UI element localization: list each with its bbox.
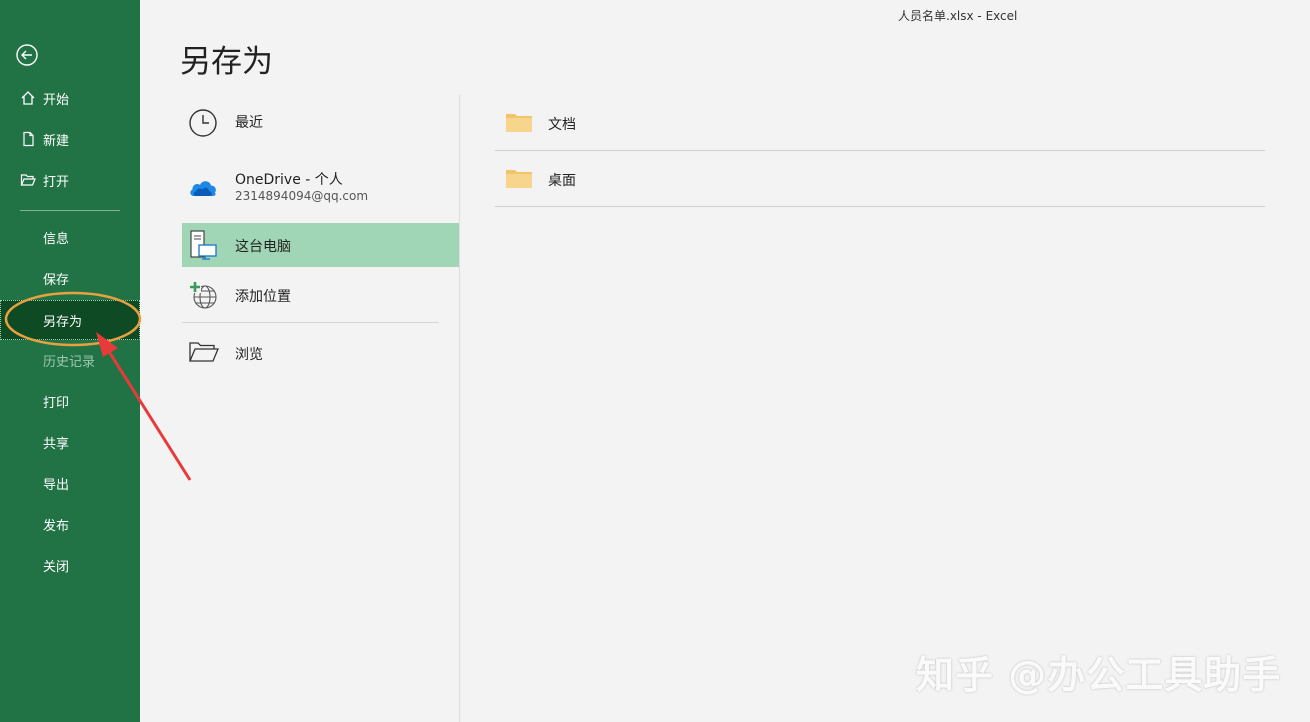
location-label: 这台电脑 xyxy=(235,239,291,255)
location-browse[interactable]: 浏览 xyxy=(182,334,459,372)
open-folder-icon xyxy=(20,174,36,186)
nav-item-label: 共享 xyxy=(43,436,70,452)
nav-item-close[interactable]: 关闭 xyxy=(0,546,140,584)
nav-item-label: 关闭 xyxy=(43,559,70,575)
nav-item-new[interactable]: 新建 xyxy=(0,120,140,158)
new-file-icon xyxy=(23,131,34,147)
add-location-globe-icon xyxy=(189,281,217,309)
location-this-pc[interactable]: 这台电脑 xyxy=(182,223,459,267)
nav-item-share[interactable]: 共享 xyxy=(0,423,140,461)
nav-item-label: 信息 xyxy=(43,231,70,247)
location-onedrive[interactable]: OneDrive - 个人 2314894094@qq.com xyxy=(182,160,459,216)
folder-name: 文档 xyxy=(548,117,576,133)
location-add-place[interactable]: 添加位置 xyxy=(182,276,459,314)
nav-item-print[interactable]: 打印 xyxy=(0,382,140,420)
nav-item-open[interactable]: 打开 xyxy=(0,161,140,199)
nav-item-history[interactable]: 历史记录 xyxy=(0,341,140,379)
location-account: 2314894094@qq.com xyxy=(235,189,369,203)
window-title: 人员名单.xlsx - Excel xyxy=(898,9,1018,23)
nav-item-save[interactable]: 保存 xyxy=(0,259,140,297)
nav-item-label: 保存 xyxy=(43,272,70,288)
folder-name: 桌面 xyxy=(548,173,576,189)
nav-item-label: 发布 xyxy=(43,518,70,534)
sidebar-divider xyxy=(20,210,120,211)
nav-item-save-as[interactable]: 另存为 xyxy=(0,300,140,340)
nav-item-label: 历史记录 xyxy=(43,354,96,370)
location-label: OneDrive - 个人 xyxy=(235,172,343,188)
nav-item-label: 开始 xyxy=(43,92,70,108)
clock-icon xyxy=(189,109,217,137)
folder-icon xyxy=(506,114,532,132)
backstage-sidebar: 开始 新建 打开 信息 保存 另存为 历史记录 打印 共享 导出 发布 关闭 xyxy=(0,0,140,722)
onedrive-cloud-icon xyxy=(190,181,216,196)
location-text-group: OneDrive - 个人 2314894094@qq.com xyxy=(235,169,368,203)
nav-item-home[interactable]: 开始 xyxy=(0,79,140,117)
page-title: 另存为 xyxy=(180,44,273,80)
column-divider xyxy=(459,95,460,722)
this-pc-icon xyxy=(190,230,217,260)
location-recent[interactable]: 最近 xyxy=(182,100,459,146)
location-label: 浏览 xyxy=(235,347,263,363)
watermark: 知乎 @办公工具助手 xyxy=(916,653,1282,697)
browse-folder-icon xyxy=(189,342,219,362)
location-divider xyxy=(182,322,439,323)
nav-item-label: 另存为 xyxy=(43,314,83,330)
nav-item-label: 打开 xyxy=(43,174,70,190)
back-arrow-icon[interactable] xyxy=(16,44,38,66)
folder-row-desktop[interactable]: 桌面 xyxy=(495,151,1265,207)
location-label: 添加位置 xyxy=(235,289,291,305)
nav-item-label: 打印 xyxy=(43,395,70,411)
nav-item-info[interactable]: 信息 xyxy=(0,218,140,256)
nav-item-publish[interactable]: 发布 xyxy=(0,505,140,543)
nav-item-export[interactable]: 导出 xyxy=(0,464,140,502)
folder-icon xyxy=(506,170,532,188)
nav-item-label: 导出 xyxy=(43,477,70,493)
folder-row-documents[interactable]: 文档 xyxy=(495,95,1265,151)
home-icon xyxy=(21,91,35,105)
nav-item-label: 新建 xyxy=(43,133,70,149)
location-label: 最近 xyxy=(235,115,263,131)
